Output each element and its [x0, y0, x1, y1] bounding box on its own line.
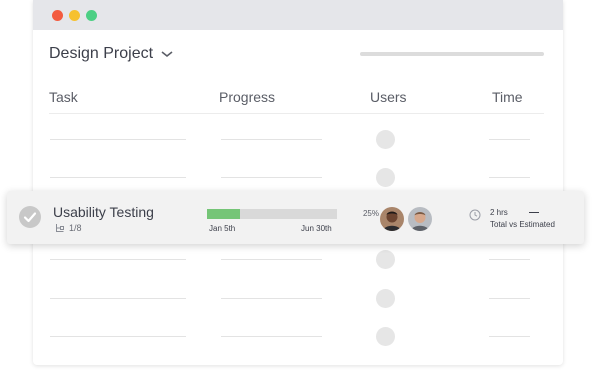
header-divider — [49, 113, 544, 114]
placeholder-user-circle — [376, 289, 395, 308]
column-header-users[interactable]: Users — [370, 89, 407, 105]
app-window: Design Project Task Progress Users Time — [33, 0, 563, 365]
placeholder-task-line — [50, 298, 186, 299]
start-date: Jan 5th — [209, 224, 236, 233]
zoom-window-button[interactable] — [86, 10, 97, 21]
placeholder-time-line — [489, 336, 530, 337]
placeholder-row — [33, 274, 563, 314]
placeholder-task-line — [50, 139, 186, 140]
placeholder-user-circle — [376, 250, 395, 269]
placeholder-user-circle — [376, 130, 395, 149]
time-comparison-label: Total vs Estimated — [490, 220, 555, 229]
placeholder-user-circle — [376, 168, 395, 187]
avatar[interactable] — [407, 206, 433, 232]
subtasks-icon — [56, 224, 64, 232]
placeholder-task-line — [50, 177, 186, 178]
placeholder-time-line — [489, 139, 530, 140]
placeholder-progress-line — [221, 259, 322, 260]
avatar-user-2 — [408, 207, 432, 231]
placeholder-task-line — [50, 336, 186, 337]
placeholder-user-circle — [376, 327, 395, 346]
avatar-user-1 — [380, 207, 404, 231]
clock-icon — [469, 209, 481, 221]
project-title: Design Project — [49, 45, 154, 62]
estimated-time-empty — [529, 212, 539, 213]
minimize-window-button[interactable] — [69, 10, 80, 21]
column-header-task[interactable]: Task — [49, 89, 78, 105]
check-circle-icon — [23, 212, 37, 223]
subtask-count-text: 1/8 — [69, 223, 82, 233]
placeholder-time-line — [489, 259, 530, 260]
placeholder-time-line — [489, 177, 530, 178]
task-row-usability-testing[interactable]: Usability Testing 1/8 25% Jan 5th Jun 30… — [7, 191, 584, 244]
placeholder-progress-line — [221, 139, 322, 140]
end-date: Jun 30th — [301, 224, 332, 233]
avatar[interactable] — [379, 206, 405, 232]
subtask-count[interactable]: 1/8 — [55, 223, 82, 233]
time-total: 2 hrs — [490, 208, 508, 217]
placeholder-task-line — [50, 259, 186, 260]
placeholder-row — [33, 153, 563, 193]
placeholder-row — [33, 115, 563, 155]
placeholder-row — [33, 312, 563, 352]
progress-percent: 25% — [362, 209, 379, 218]
task-complete-toggle[interactable] — [19, 206, 41, 228]
project-selector[interactable]: Design Project — [49, 45, 173, 63]
window-titlebar — [33, 0, 563, 30]
column-header-progress[interactable]: Progress — [219, 89, 275, 105]
header-placeholder-bar — [360, 52, 544, 56]
column-header-time[interactable]: Time — [492, 89, 523, 105]
placeholder-time-line — [489, 298, 530, 299]
placeholder-progress-line — [221, 298, 322, 299]
task-name: Usability Testing — [53, 204, 154, 220]
placeholder-progress-line — [221, 177, 322, 178]
placeholder-progress-line — [221, 336, 322, 337]
progress-bar: 25% — [207, 209, 379, 219]
chevron-down-icon — [161, 51, 173, 58]
close-window-button[interactable] — [52, 10, 63, 21]
